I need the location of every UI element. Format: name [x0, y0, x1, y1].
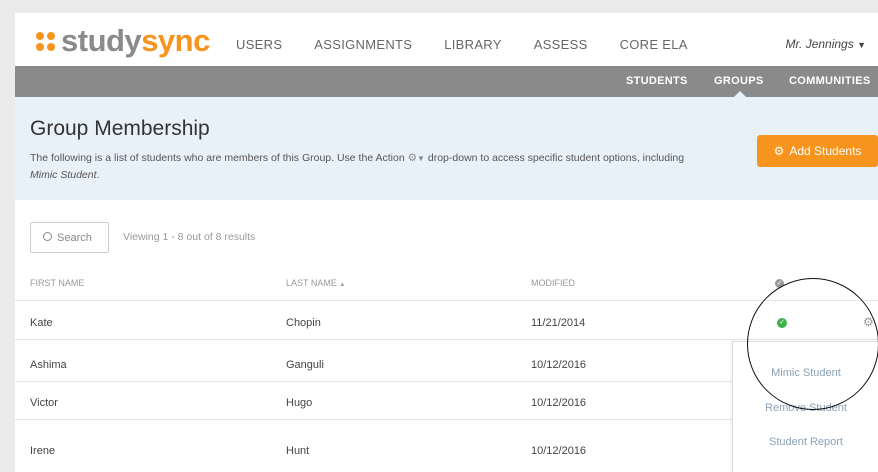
nav-library[interactable]: LIBRARY [444, 37, 502, 52]
page-description: The following is a list of students who … [30, 150, 690, 184]
row-4-last-name: Hunt [286, 445, 310, 457]
highlight-circle [747, 278, 878, 410]
desc-text-mid: drop-down to access specific student opt… [427, 152, 685, 164]
row-1-modified: 11/21/2014 [531, 317, 586, 329]
row-2-last-name: Ganguli [286, 359, 324, 371]
column-first-name[interactable]: FIRST NAME [30, 278, 84, 288]
page-title: Group Membership [30, 117, 210, 140]
desc-text-start: The following is a list of students who … [30, 152, 405, 164]
column-last-name[interactable]: LAST NAME ▲ [286, 278, 345, 288]
row-3-last-name: Hugo [286, 397, 313, 409]
row-4-first-name: Irene [30, 445, 56, 457]
divider [15, 381, 732, 382]
divider [15, 300, 878, 301]
subnav-communities[interactable]: COMMUNITIES [789, 75, 871, 87]
caret-down-icon: ▼ [417, 154, 425, 163]
row-1-first-name: Kate [30, 317, 53, 329]
add-students-label: Add Students [789, 144, 862, 158]
menu-item-student-report[interactable]: Student Report [733, 436, 878, 448]
subnav-students[interactable]: STUDENTS [626, 75, 688, 87]
row-3-modified: 10/12/2016 [531, 397, 587, 409]
column-modified[interactable]: MODIFIED [531, 278, 575, 288]
user-name: Mr. Jennings [785, 37, 854, 51]
results-count: Viewing 1 - 8 out of 8 results [123, 231, 256, 243]
logo-dots-icon [36, 31, 55, 51]
nav-assignments[interactable]: ASSIGNMENTS [314, 37, 412, 52]
page-header: Group Membership The following is a list… [15, 97, 878, 200]
app-page: studysync USERS ASSIGNMENTS LIBRARY ASSE… [15, 13, 878, 472]
search-button[interactable]: Search [30, 222, 109, 253]
add-students-button[interactable]: ⚙ Add Students [757, 135, 878, 167]
logo-prefix: study [61, 23, 142, 58]
sort-asc-icon: ▲ [339, 282, 346, 288]
nav-users[interactable]: USERS [236, 37, 282, 52]
nav-assess[interactable]: ASSESS [534, 37, 588, 52]
row-3-first-name: Victor [30, 397, 58, 409]
desc-text-end: . [96, 169, 100, 181]
gear-icon: ⚙ [773, 144, 785, 158]
main-nav: USERS ASSIGNMENTS LIBRARY ASSESS CORE EL… [236, 37, 720, 52]
nav-core-ela[interactable]: CORE ELA [620, 37, 688, 52]
sub-nav: STUDENTS GROUPS COMMUNITIES [15, 66, 878, 97]
user-menu[interactable]: Mr. Jennings ▼ [785, 37, 866, 51]
row-2-modified: 10/12/2016 [531, 359, 587, 371]
studysync-logo[interactable]: studysync [36, 23, 210, 58]
search-icon [43, 232, 52, 241]
row-4-modified: 10/12/2016 [531, 445, 587, 457]
search-label: Search [57, 231, 92, 244]
logo-highlight: sync [141, 23, 210, 58]
caret-down-icon: ▼ [857, 40, 866, 50]
row-1-last-name: Chopin [286, 317, 321, 329]
gear-icon: ⚙ [407, 152, 418, 164]
top-bar: studysync USERS ASSIGNMENTS LIBRARY ASSE… [15, 13, 878, 66]
row-2-first-name: Ashima [30, 359, 67, 371]
desc-emphasis: Mimic Student [30, 169, 97, 181]
subnav-groups[interactable]: GROUPS [714, 75, 763, 87]
divider [15, 419, 732, 420]
